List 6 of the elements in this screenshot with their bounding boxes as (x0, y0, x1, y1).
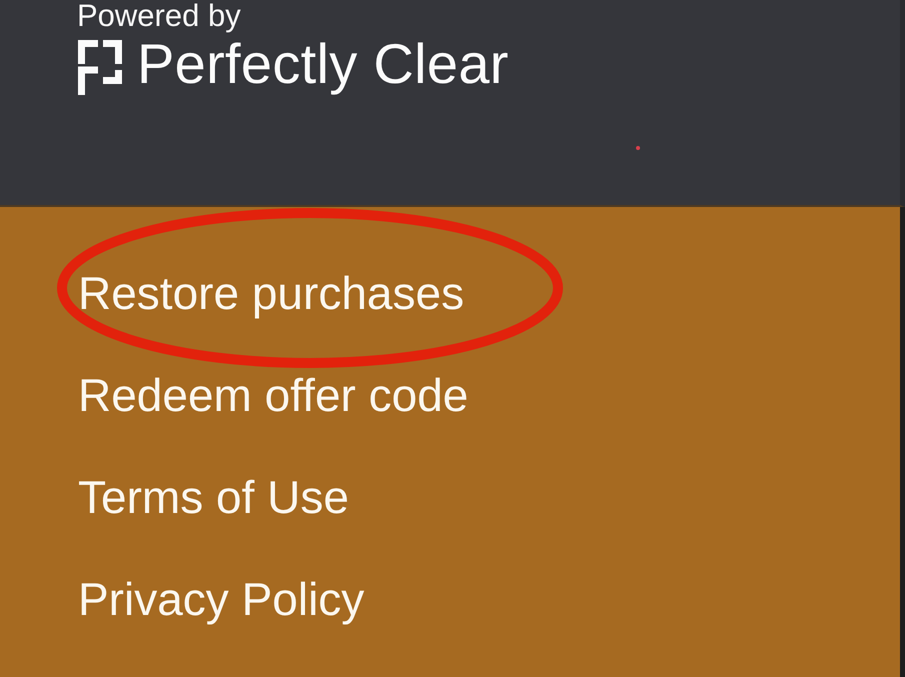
menu-item[interactable]: Terms of Use (78, 470, 349, 524)
tagline: Powered by (77, 0, 242, 31)
menu-item[interactable]: Privacy Policy (78, 572, 364, 626)
menu-item[interactable]: Redeem offer code (78, 368, 468, 422)
bracket-logo-icon (78, 40, 122, 95)
dot-icon (636, 146, 640, 150)
